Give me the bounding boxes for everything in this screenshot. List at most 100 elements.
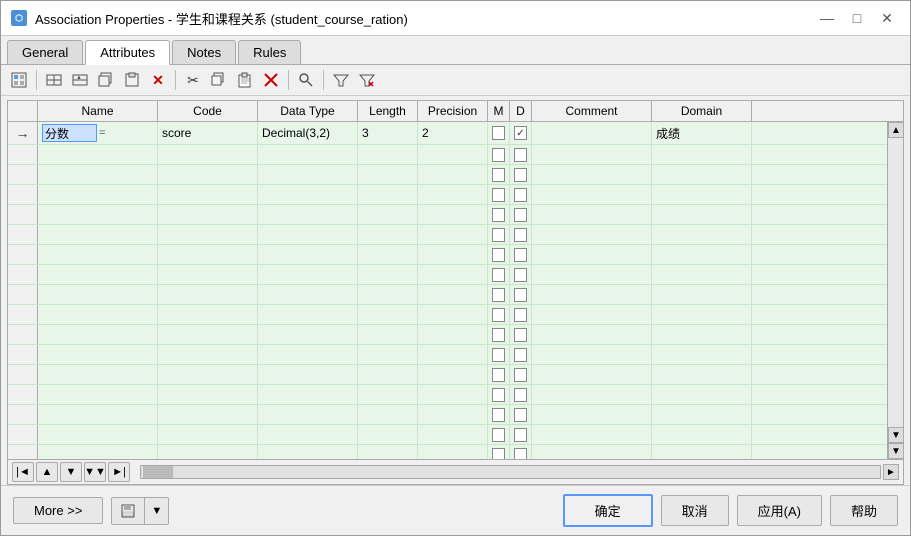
tab-attributes[interactable]: Attributes xyxy=(85,40,170,65)
cell-empty xyxy=(358,445,418,459)
checkbox[interactable] xyxy=(514,208,527,222)
table-row xyxy=(8,405,887,425)
checkbox[interactable] xyxy=(514,328,527,342)
ok-button[interactable]: 确定 xyxy=(563,494,653,527)
add-row-button[interactable] xyxy=(42,69,66,91)
row-indicator xyxy=(8,325,38,344)
delete-row-button[interactable]: ✕ xyxy=(146,69,170,91)
checkbox[interactable] xyxy=(492,388,505,402)
cell-name-1[interactable]: = xyxy=(38,122,158,144)
checkbox[interactable] xyxy=(514,248,527,262)
save-dropdown-arrow[interactable]: ▼ xyxy=(145,500,168,522)
save-button-main[interactable] xyxy=(112,498,145,524)
tab-notes[interactable]: Notes xyxy=(172,40,236,64)
title-controls: — □ ✕ xyxy=(814,7,900,29)
window-title: Association Properties - 学生和课程关系 (studen… xyxy=(35,9,408,28)
insert-row-button[interactable]: ▲ xyxy=(68,69,92,91)
checkbox[interactable] xyxy=(514,408,527,422)
checkbox[interactable] xyxy=(492,228,505,242)
remove-button[interactable] xyxy=(259,69,283,91)
checkbox[interactable] xyxy=(492,208,505,222)
table-row xyxy=(8,305,887,325)
checkbox[interactable] xyxy=(492,428,505,442)
tab-rules[interactable]: Rules xyxy=(238,40,301,64)
tab-general[interactable]: General xyxy=(7,40,83,64)
checkbox[interactable] xyxy=(492,168,505,182)
properties-button[interactable] xyxy=(7,69,31,91)
cut-button[interactable]: ✂ xyxy=(181,69,205,91)
cell-empty xyxy=(358,225,418,244)
checkbox[interactable] xyxy=(514,308,527,322)
nav-first-button[interactable]: |◄ xyxy=(12,462,34,482)
cell-empty xyxy=(752,225,887,244)
scroll-right-button[interactable]: ► xyxy=(883,464,899,480)
save-split-button[interactable]: ▼ xyxy=(111,497,169,525)
help-button[interactable]: 帮助 xyxy=(830,495,898,526)
find-button[interactable] xyxy=(294,69,318,91)
maximize-button[interactable]: □ xyxy=(844,7,870,29)
checkbox[interactable] xyxy=(492,348,505,362)
checkbox[interactable] xyxy=(514,168,527,182)
scroll-down-arrow-2[interactable]: ▼ xyxy=(888,443,903,459)
filter-button[interactable] xyxy=(329,69,353,91)
cell-m-1[interactable] xyxy=(488,122,510,144)
cell-empty xyxy=(418,385,488,404)
paste-button[interactable] xyxy=(233,69,257,91)
nav-last-button[interactable]: ►| xyxy=(108,462,130,482)
grid-body[interactable]: → = score Decimal(3,2) 3 2 xyxy=(8,122,887,459)
cell-empty xyxy=(510,425,532,444)
cell-empty xyxy=(532,205,652,224)
checkbox[interactable] xyxy=(514,228,527,242)
checkbox[interactable] xyxy=(492,308,505,322)
minimize-button[interactable]: — xyxy=(814,7,840,29)
checkbox[interactable] xyxy=(514,368,527,382)
cell-empty xyxy=(652,345,752,364)
vertical-scrollbar[interactable]: ▲ ▼ ▼ xyxy=(887,122,903,459)
copy-row-button[interactable] xyxy=(94,69,118,91)
checkbox[interactable] xyxy=(514,288,527,302)
header-datatype: Data Type xyxy=(258,101,358,121)
scroll-track[interactable] xyxy=(888,138,903,427)
checkbox[interactable] xyxy=(514,348,527,362)
checkbox-m-1[interactable] xyxy=(492,126,505,140)
name-input-1[interactable] xyxy=(42,124,97,142)
table-row xyxy=(8,185,887,205)
scroll-down-arrow-1[interactable]: ▼ xyxy=(888,427,903,443)
nav-next2-button[interactable]: ▼▼ xyxy=(84,462,106,482)
checkbox[interactable] xyxy=(492,188,505,202)
close-button[interactable]: ✕ xyxy=(874,7,900,29)
paste-row-button[interactable] xyxy=(120,69,144,91)
checkbox-d-1[interactable] xyxy=(514,126,527,140)
checkbox[interactable] xyxy=(514,448,527,460)
cell-d-1[interactable] xyxy=(510,122,532,144)
horizontal-scrollbar[interactable] xyxy=(140,465,881,479)
checkbox[interactable] xyxy=(492,268,505,282)
tab-bar: General Attributes Notes Rules xyxy=(1,36,910,65)
apply-button[interactable]: 应用(A) xyxy=(737,495,822,526)
table-row[interactable]: → = score Decimal(3,2) 3 2 xyxy=(8,122,887,145)
more-button[interactable]: More >> xyxy=(13,497,103,524)
filter-clear-button[interactable] xyxy=(355,69,379,91)
checkbox[interactable] xyxy=(514,268,527,282)
checkbox[interactable] xyxy=(492,368,505,382)
checkbox[interactable] xyxy=(492,248,505,262)
checkbox[interactable] xyxy=(492,448,505,460)
scroll-thumb[interactable] xyxy=(143,466,173,478)
checkbox[interactable] xyxy=(492,408,505,422)
checkbox[interactable] xyxy=(492,328,505,342)
cell-empty xyxy=(418,345,488,364)
checkbox[interactable] xyxy=(514,148,527,162)
row-indicator xyxy=(8,365,38,384)
checkbox[interactable] xyxy=(492,288,505,302)
checkbox[interactable] xyxy=(514,428,527,442)
checkbox[interactable] xyxy=(514,188,527,202)
copy-button[interactable] xyxy=(207,69,231,91)
nav-next-button[interactable]: ▼ xyxy=(60,462,82,482)
nav-prev-button[interactable]: ▲ xyxy=(36,462,58,482)
checkbox[interactable] xyxy=(492,148,505,162)
cell-empty xyxy=(38,205,158,224)
cancel-button[interactable]: 取消 xyxy=(661,495,729,526)
scroll-up-arrow[interactable]: ▲ xyxy=(888,122,903,138)
checkbox[interactable] xyxy=(514,388,527,402)
cell-empty xyxy=(652,165,752,184)
